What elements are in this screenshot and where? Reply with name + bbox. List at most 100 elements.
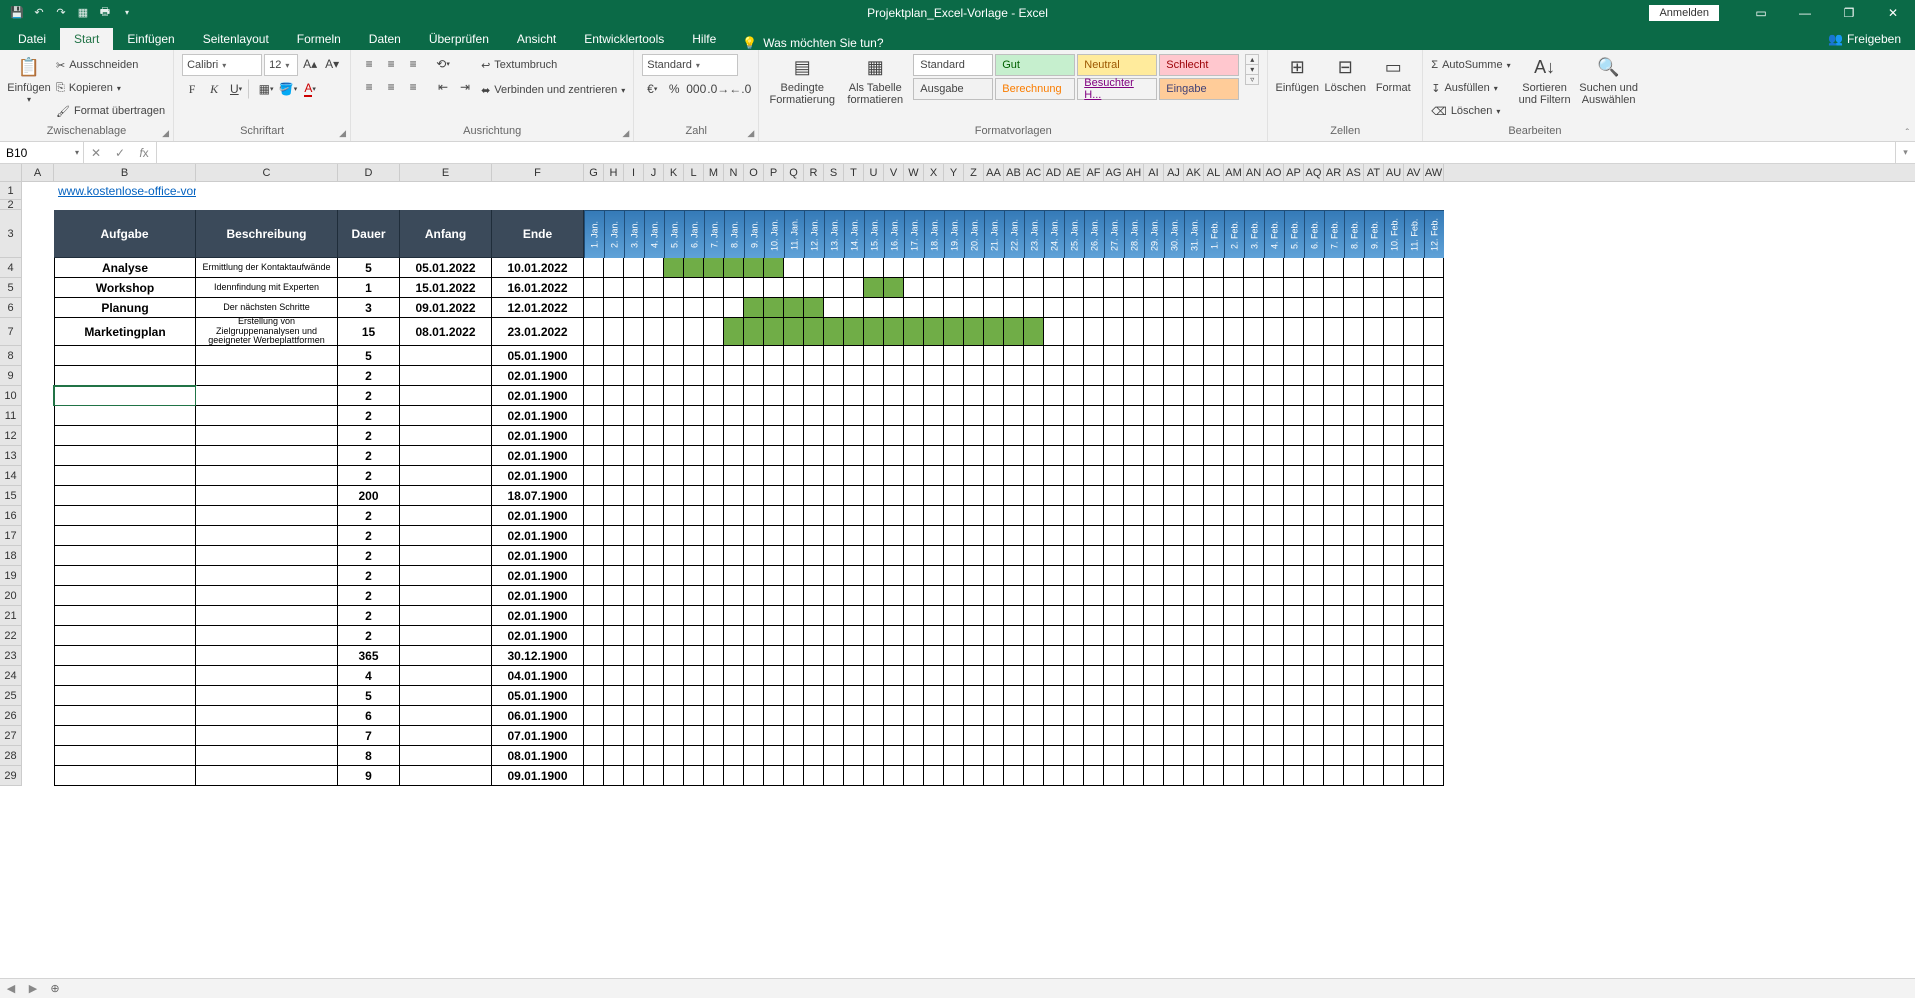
cell-aufgabe[interactable] bbox=[54, 746, 196, 766]
gantt-cell[interactable] bbox=[824, 646, 844, 666]
gantt-cell[interactable] bbox=[1344, 346, 1364, 366]
cell[interactable] bbox=[492, 200, 584, 210]
gantt-date-header[interactable]: 11. Feb. bbox=[1404, 210, 1424, 258]
gantt-cell[interactable] bbox=[944, 646, 964, 666]
gantt-cell[interactable] bbox=[1184, 726, 1204, 746]
gantt-cell[interactable] bbox=[944, 546, 964, 566]
gantt-cell[interactable] bbox=[1164, 586, 1184, 606]
gantt-cell[interactable] bbox=[724, 346, 744, 366]
col-header[interactable]: T bbox=[844, 164, 864, 181]
cell-beschreibung[interactable] bbox=[196, 526, 338, 546]
gantt-cell[interactable] bbox=[664, 526, 684, 546]
cell[interactable] bbox=[22, 586, 54, 606]
gantt-cell[interactable] bbox=[824, 486, 844, 506]
gantt-cell[interactable] bbox=[1144, 466, 1164, 486]
gantt-cell[interactable] bbox=[1164, 706, 1184, 726]
gantt-cell[interactable] bbox=[1264, 446, 1284, 466]
orientation-icon[interactable]: ⟲▾ bbox=[433, 54, 453, 74]
gantt-cell[interactable] bbox=[1384, 346, 1404, 366]
gantt-cell[interactable] bbox=[924, 706, 944, 726]
gantt-cell[interactable] bbox=[784, 686, 804, 706]
gantt-cell[interactable] bbox=[624, 278, 644, 298]
gantt-cell[interactable] bbox=[1044, 766, 1064, 786]
col-header[interactable]: Y bbox=[944, 164, 964, 181]
gantt-cell[interactable] bbox=[1084, 486, 1104, 506]
gantt-cell[interactable] bbox=[944, 386, 964, 406]
gantt-cell[interactable] bbox=[944, 746, 964, 766]
gantt-cell[interactable] bbox=[1084, 706, 1104, 726]
gantt-cell[interactable] bbox=[1344, 258, 1364, 278]
cell-anfang[interactable] bbox=[400, 386, 492, 406]
gantt-cell[interactable] bbox=[1364, 546, 1384, 566]
gantt-cell[interactable] bbox=[644, 426, 664, 446]
cell[interactable] bbox=[22, 278, 54, 298]
gantt-cell[interactable] bbox=[1384, 726, 1404, 746]
gantt-cell[interactable] bbox=[1004, 346, 1024, 366]
gantt-cell[interactable] bbox=[1344, 278, 1364, 298]
gantt-cell[interactable] bbox=[744, 298, 764, 318]
gantt-cell[interactable] bbox=[1024, 466, 1044, 486]
gantt-cell[interactable] bbox=[1284, 426, 1304, 446]
row-header[interactable]: 14 bbox=[0, 466, 22, 486]
gantt-cell[interactable] bbox=[1404, 486, 1424, 506]
decrease-decimal-icon[interactable]: ←.0 bbox=[730, 79, 750, 99]
gantt-cell[interactable] bbox=[1304, 526, 1324, 546]
gantt-date-header[interactable]: 7. Jan. bbox=[704, 210, 724, 258]
cell-dauer[interactable]: 3 bbox=[338, 298, 400, 318]
gantt-cell[interactable] bbox=[1364, 526, 1384, 546]
cell[interactable] bbox=[804, 182, 824, 200]
gantt-cell[interactable] bbox=[584, 526, 604, 546]
gantt-cell[interactable] bbox=[1124, 426, 1144, 446]
gantt-cell[interactable] bbox=[1084, 726, 1104, 746]
gantt-cell[interactable] bbox=[704, 706, 724, 726]
cell-beschreibung[interactable] bbox=[196, 486, 338, 506]
gantt-cell[interactable] bbox=[584, 746, 604, 766]
gantt-cell[interactable] bbox=[624, 686, 644, 706]
gantt-cell[interactable] bbox=[1104, 566, 1124, 586]
cell-ende[interactable]: 02.01.1900 bbox=[492, 386, 584, 406]
gantt-cell[interactable] bbox=[1064, 746, 1084, 766]
gantt-cell[interactable] bbox=[1104, 466, 1124, 486]
gantt-cell[interactable] bbox=[804, 586, 824, 606]
cell-anfang[interactable]: 15.01.2022 bbox=[400, 278, 492, 298]
cell[interactable] bbox=[1244, 200, 1264, 210]
gantt-cell[interactable] bbox=[724, 746, 744, 766]
row-header[interactable]: 13 bbox=[0, 446, 22, 466]
cell-beschreibung[interactable] bbox=[196, 766, 338, 786]
gantt-cell[interactable] bbox=[724, 318, 744, 346]
gantt-cell[interactable] bbox=[1404, 666, 1424, 686]
gantt-cell[interactable] bbox=[1424, 606, 1444, 626]
gantt-cell[interactable] bbox=[884, 746, 904, 766]
gantt-cell[interactable] bbox=[864, 526, 884, 546]
gantt-cell[interactable] bbox=[1244, 726, 1264, 746]
gantt-cell[interactable] bbox=[1104, 746, 1124, 766]
gantt-cell[interactable] bbox=[764, 566, 784, 586]
gantt-cell[interactable] bbox=[1004, 318, 1024, 346]
gantt-cell[interactable] bbox=[984, 706, 1004, 726]
styles-up-icon[interactable]: ▴ bbox=[1246, 55, 1258, 65]
gantt-cell[interactable] bbox=[1144, 486, 1164, 506]
gantt-cell[interactable] bbox=[984, 278, 1004, 298]
gantt-cell[interactable] bbox=[784, 486, 804, 506]
gantt-cell[interactable] bbox=[1364, 666, 1384, 686]
gantt-cell[interactable] bbox=[1244, 566, 1264, 586]
cell-aufgabe[interactable] bbox=[54, 646, 196, 666]
gantt-cell[interactable] bbox=[1344, 766, 1364, 786]
gantt-cell[interactable] bbox=[744, 706, 764, 726]
gantt-cell[interactable] bbox=[844, 318, 864, 346]
gantt-cell[interactable] bbox=[1104, 726, 1124, 746]
cell[interactable] bbox=[1204, 200, 1224, 210]
gantt-cell[interactable] bbox=[1304, 766, 1324, 786]
cell-aufgabe[interactable]: Workshop bbox=[54, 278, 196, 298]
cell[interactable] bbox=[1304, 182, 1324, 200]
gantt-cell[interactable] bbox=[744, 386, 764, 406]
gantt-cell[interactable] bbox=[1284, 666, 1304, 686]
cell[interactable] bbox=[1104, 200, 1124, 210]
gantt-cell[interactable] bbox=[684, 466, 704, 486]
gantt-cell[interactable] bbox=[784, 606, 804, 626]
gantt-cell[interactable] bbox=[1224, 298, 1244, 318]
gantt-cell[interactable] bbox=[1164, 366, 1184, 386]
gantt-cell[interactable] bbox=[1284, 318, 1304, 346]
cell-anfang[interactable] bbox=[400, 586, 492, 606]
gantt-cell[interactable] bbox=[984, 526, 1004, 546]
